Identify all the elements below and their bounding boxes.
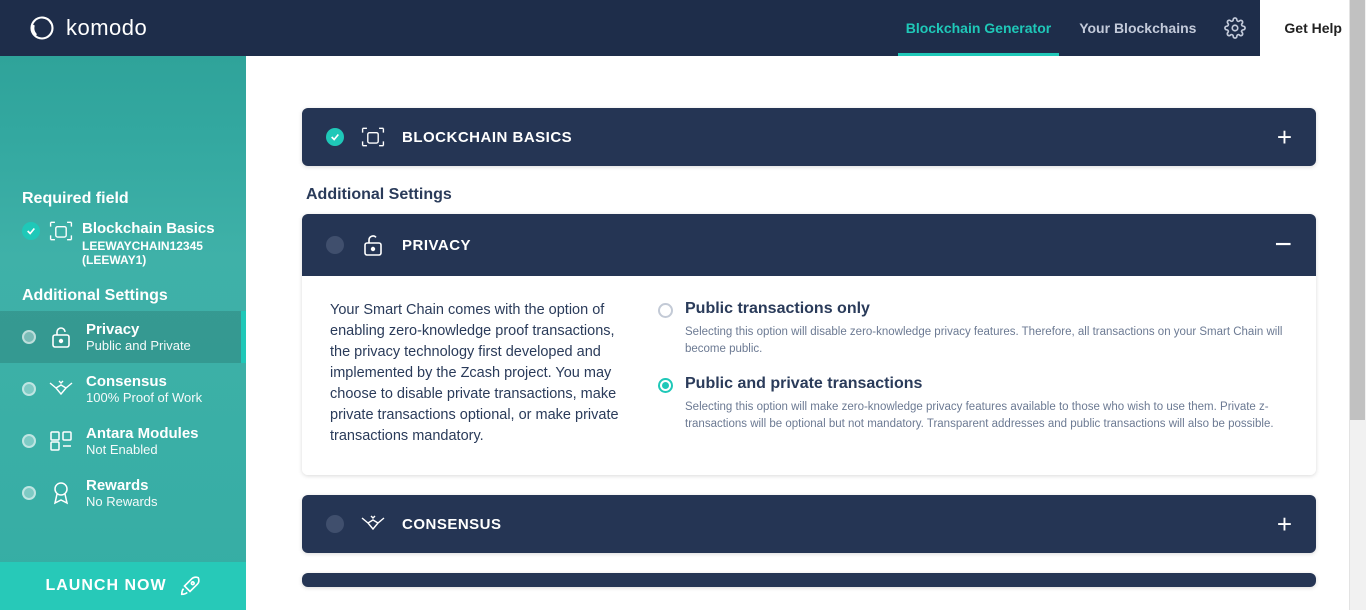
sidebar-basics-title: Blockchain Basics [82,220,228,237]
launch-now-button[interactable]: LAUNCH NOW [0,562,246,610]
nav-blockchain-generator[interactable]: Blockchain Generator [892,0,1066,56]
option-public-private[interactable]: Public and private transactions Selectin… [658,375,1288,432]
sidebar-item-privacy[interactable]: PrivacyPublic and Private [0,311,246,363]
expand-icon: + [1277,511,1292,537]
collapse-icon: − [1274,230,1292,260]
status-dot [22,486,36,500]
sidebar-item-basics[interactable]: Blockchain Basics LEEWAYCHAIN12345 (LEEW… [22,220,228,267]
rocket-icon [179,575,201,597]
check-badge [326,128,344,146]
lock-icon [48,324,74,350]
expand-icon: + [1277,124,1292,150]
status-dot [326,236,344,254]
privacy-description: Your Smart Chain comes with the option o… [330,300,630,447]
sidebar-item-consensus[interactable]: Consensus100% Proof of Work [0,363,246,415]
lock-open-icon [360,232,386,258]
scrollbar-thumb[interactable] [1350,0,1365,420]
sidebar-item-rewards[interactable]: RewardsNo Rewards [0,467,246,519]
accordion-consensus-header[interactable]: CONSENSUS + [302,495,1316,553]
brand-logo: komodo [28,14,147,42]
status-dot [326,515,344,533]
sidebar-basics-subtitle: LEEWAYCHAIN12345 (LEEWAY1) [82,239,228,267]
nav-your-blockchains[interactable]: Your Blockchains [1065,0,1210,56]
status-dot [22,330,36,344]
additional-settings-label: Additional Settings [22,287,246,305]
accordion-next-peek [302,573,1316,587]
settings-button[interactable] [1210,0,1260,56]
required-field-label: Required field [22,190,228,208]
additional-settings-heading: Additional Settings [306,186,1316,204]
gear-icon [1224,17,1246,39]
accordion-privacy: PRIVACY − Your Smart Chain comes with th… [302,214,1316,475]
award-icon [48,480,74,506]
accordion-consensus: CONSENSUS + [302,495,1316,553]
sidebar: Required field Blockchain Basics LEEWAYC… [0,56,246,610]
check-badge [22,222,40,240]
komodo-logo-icon [28,14,56,42]
sidebar-item-antara[interactable]: Antara ModulesNot Enabled [0,415,246,467]
status-dot [22,382,36,396]
status-dot [22,434,36,448]
chain-icon [360,124,386,150]
main-content: BLOCKCHAIN BASICS + Additional Settings … [246,56,1366,610]
option-public-only[interactable]: Public transactions only Selecting this … [658,300,1288,357]
topbar: komodo Blockchain Generator Your Blockch… [0,0,1366,56]
chain-icon [48,220,74,242]
radio-icon [658,378,673,393]
accordion-basics-header[interactable]: BLOCKCHAIN BASICS + [302,108,1316,166]
handshake-icon [48,376,74,402]
handshake-icon [360,511,386,537]
accordion-privacy-header[interactable]: PRIVACY − [302,214,1316,276]
radio-icon [658,303,673,318]
accordion-basics: BLOCKCHAIN BASICS + [302,108,1316,166]
brand-name: komodo [66,15,147,41]
modules-icon [48,428,74,454]
